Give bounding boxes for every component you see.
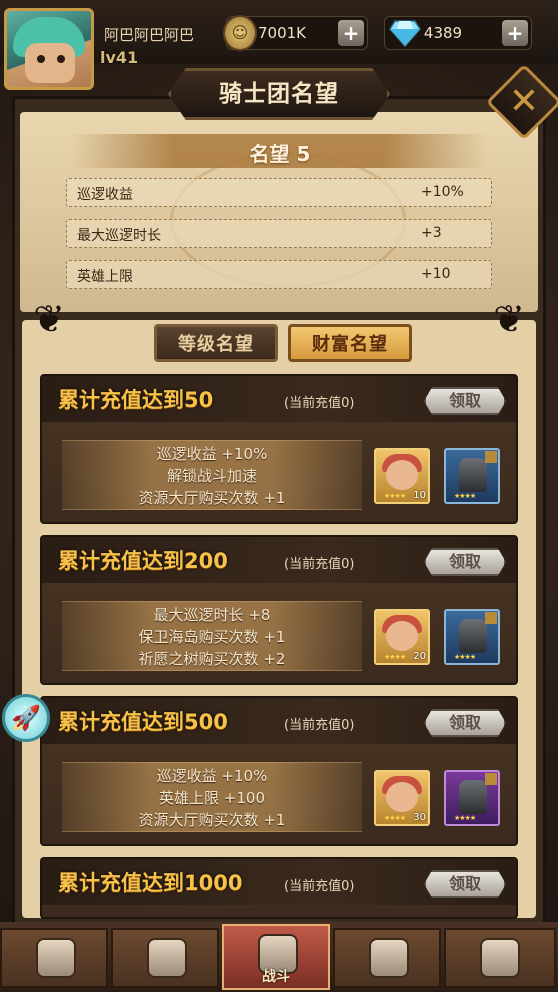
player-level: lv41 <box>100 48 139 67</box>
claim-button[interactable]: 领取 <box>424 709 506 737</box>
heart-tag-icon <box>485 773 497 785</box>
add-gem-button[interactable]: + <box>502 20 528 46</box>
hero-face <box>386 621 418 651</box>
nav-heroes-button[interactable] <box>0 928 108 988</box>
nav-voyage-button[interactable] <box>111 928 219 988</box>
reward-line: 最大巡逻时长 +8 <box>153 606 271 624</box>
stat-value: +10 <box>421 266 451 282</box>
reward-line: 巡逻收益 +10% <box>156 445 268 463</box>
armor-reward-icon[interactable]: ★★★★ <box>444 448 500 504</box>
hero-reward-icon[interactable]: ★★★★ 20 <box>374 609 430 665</box>
star-rating-icon: ★★★★ <box>384 653 406 661</box>
reward-card: 累计充值达到50 (当前充值0) 领取 巡逻收益 +10% 解锁战斗加速 资源大… <box>40 374 518 524</box>
player-avatar[interactable] <box>4 8 94 90</box>
reward-line: 资源大厅购买次数 +1 <box>138 811 286 829</box>
knight-helmet-icon <box>36 938 76 978</box>
corner-ornament-icon: ❦ <box>493 297 525 341</box>
card-goal: 累计充值达到500 <box>58 710 228 734</box>
avatar-eye-icon <box>37 55 45 63</box>
tag-icon <box>485 612 497 624</box>
hero-face <box>386 460 418 490</box>
star-rating-icon: ★★★★ <box>454 814 476 822</box>
gold-counter: ☺ 7001K + <box>223 15 368 51</box>
card-rewards: 最大巡逻时长 +8 保卫海岛购买次数 +1 祈愿之树购买次数 +2 <box>62 601 362 671</box>
close-icon: ✕ <box>508 81 540 122</box>
card-current-recharge: (当前充值0) <box>284 879 355 894</box>
reward-card: 累计充值达到1000 (当前充值0) 领取 <box>40 857 518 919</box>
star-rating-icon: ★★★★ <box>384 814 406 822</box>
hero-reward-icon[interactable]: ★★★★ 10 <box>374 448 430 504</box>
gold-value: 7001K <box>257 24 306 42</box>
stat-value: +3 <box>421 225 442 241</box>
stat-label: 最大巡逻时长 <box>77 228 161 244</box>
stat-row: 英雄上限 +10 <box>66 260 492 289</box>
avatar-face <box>25 43 75 83</box>
player-name: 阿巴阿巴阿巴 <box>104 26 195 44</box>
armor-reward-icon[interactable]: ★★★★ <box>444 770 500 826</box>
armor-icon <box>459 458 487 492</box>
claim-button[interactable]: 领取 <box>424 387 506 415</box>
armor-reward-icon[interactable]: ★★★★ <box>444 609 500 665</box>
card-rewards: 巡逻收益 +10% 解锁战斗加速 资源大厅购买次数 +1 <box>62 440 362 510</box>
star-rating-icon: ★★★★ <box>454 653 476 661</box>
panel-title: 骑士团名望 <box>168 68 390 120</box>
hero-reward-icon[interactable]: ★★★★ 30 <box>374 770 430 826</box>
gem-value: 4389 <box>423 24 463 42</box>
reward-line: 英雄上限 +100 <box>159 789 265 807</box>
nav-guild-button[interactable] <box>444 928 556 988</box>
hero-count: 30 <box>413 812 426 823</box>
card-rewards: 巡逻收益 +10% 英雄上限 +100 资源大厅购买次数 +1 <box>62 762 362 832</box>
reward-card: 累计充值达到200 (当前充值0) 领取 最大巡逻时长 +8 保卫海岛购买次数 … <box>40 535 518 685</box>
reward-line: 资源大厅购买次数 +1 <box>138 489 286 507</box>
stat-row: 巡逻收益 +10% <box>66 178 492 207</box>
corner-ornament-icon: ❦ <box>33 297 65 341</box>
ship-wheel-icon <box>147 938 187 978</box>
card-current-recharge: (当前充值0) <box>284 718 355 733</box>
armor-icon <box>459 619 487 653</box>
star-rating-icon: ★★★★ <box>384 492 406 500</box>
hero-count: 20 <box>413 651 426 662</box>
rocket-icon[interactable]: 🚀 <box>2 694 50 742</box>
card-goal: 累计充值达到200 <box>58 549 228 573</box>
claim-button[interactable]: 领取 <box>424 548 506 576</box>
card-current-recharge: (当前充值0) <box>284 396 355 411</box>
reward-line: 保卫海岛购买次数 +1 <box>138 628 286 646</box>
card-current-recharge: (当前充值0) <box>284 557 355 572</box>
castle-tower-icon <box>369 938 409 978</box>
gem-counter: 4389 + <box>384 16 532 50</box>
claim-button[interactable]: 领取 <box>424 870 506 898</box>
nav-battle-button[interactable]: 战斗 <box>222 924 330 990</box>
add-gold-button[interactable]: + <box>338 20 364 46</box>
reward-line: 祈愿之树购买次数 +2 <box>138 650 286 668</box>
card-goal: 累计充值达到50 <box>58 388 214 412</box>
stat-value: +10% <box>421 184 464 200</box>
tag-icon <box>485 451 497 463</box>
tab-level-fame[interactable]: 等级名望 <box>154 324 278 362</box>
nav-battle-label: 战斗 <box>262 969 290 985</box>
reward-card: 累计充值达到500 (当前充值0) 领取 巡逻收益 +10% 英雄上限 +100… <box>40 696 518 846</box>
reward-line: 巡逻收益 +10% <box>156 767 268 785</box>
card-goal: 累计充值达到1000 <box>58 871 243 895</box>
armor-icon <box>459 780 487 814</box>
avatar-eye-icon <box>57 55 65 63</box>
star-rating-icon: ★★★★ <box>454 492 476 500</box>
hero-count: 10 <box>413 490 426 501</box>
stat-label: 英雄上限 <box>77 269 133 285</box>
nav-castle-button[interactable] <box>333 928 441 988</box>
guild-emblem-icon <box>480 938 520 978</box>
tab-wealth-fame[interactable]: 财富名望 <box>288 324 412 362</box>
stat-row: 最大巡逻时长 +3 <box>66 219 492 248</box>
hero-face <box>386 782 418 812</box>
reward-line: 解锁战斗加速 <box>166 467 257 485</box>
stat-label: 巡逻收益 <box>77 187 133 203</box>
fame-level: 名望 5 <box>249 142 311 166</box>
